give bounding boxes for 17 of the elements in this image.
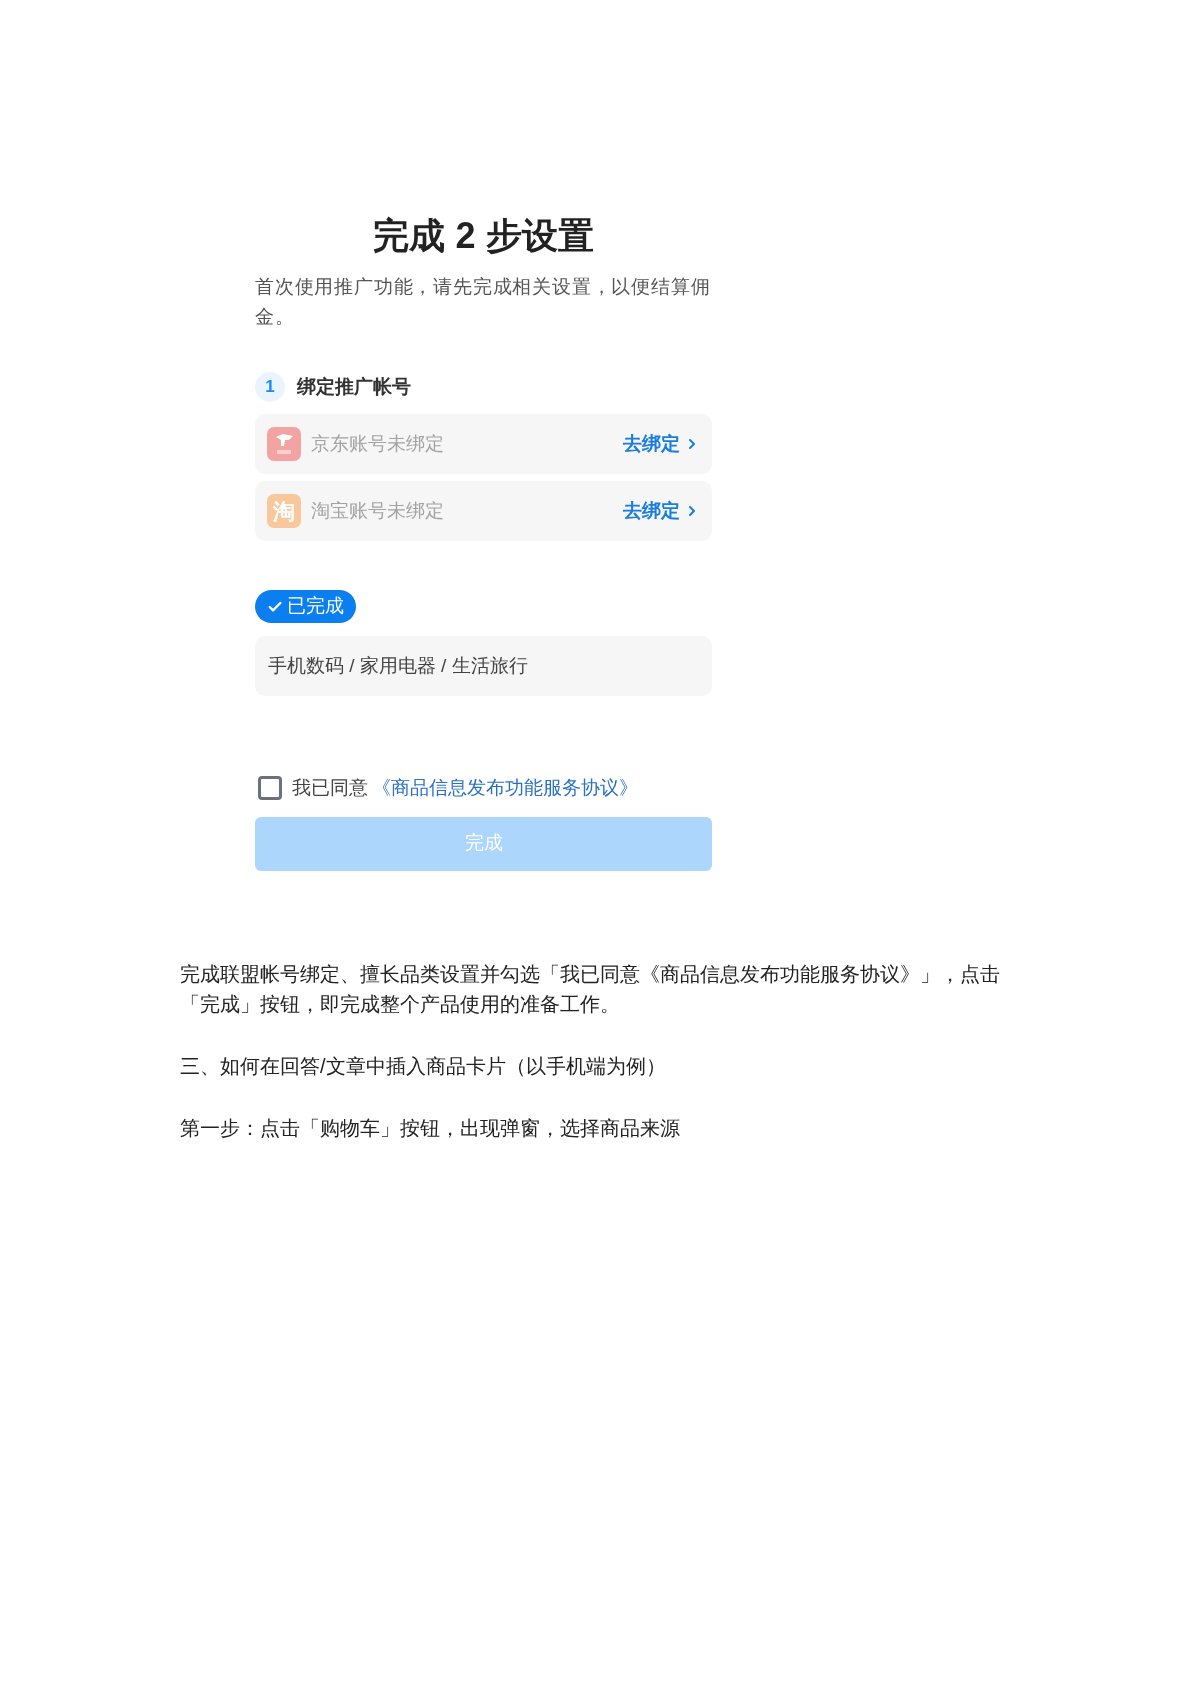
agree-checkbox[interactable] bbox=[258, 776, 282, 801]
agree-label: 我已同意 bbox=[292, 776, 368, 800]
completed-badge: 已完成 bbox=[255, 590, 356, 623]
bind-link[interactable]: 去绑定 bbox=[623, 429, 700, 459]
intro-text: 首次使用推广功能，请先完成相关设置，以便结算佣金。 bbox=[255, 275, 712, 329]
bind-link[interactable]: 去绑定 bbox=[623, 496, 700, 526]
shop-logo-icon: 淘 bbox=[267, 494, 301, 528]
agreement-link[interactable]: 《商品信息发布功能服务协议》 bbox=[372, 774, 638, 803]
setup-title: 完成 2 步设置 bbox=[373, 214, 594, 258]
article-paragraph: 完成联盟帐号绑定、擅长品类设置并勾选「我已同意《商品信息发布功能服务协议》」，点击「完成」按钮，即完成整个产品使用的准备工作。 bbox=[180, 961, 1001, 1017]
step-number: 1 bbox=[255, 372, 285, 402]
account-status: 淘宝账号未绑定 bbox=[311, 498, 445, 523]
article-paragraph: 三、如何在回答/文章中插入商品卡片（以手机端为例） bbox=[180, 1053, 667, 1079]
article-paragraph: 第一步：点击「购物车」按钮，出现弹窗，选择商品来源 bbox=[180, 1115, 681, 1141]
account-status: 京东账号未绑定 bbox=[311, 431, 445, 456]
categories-field[interactable]: 手机数码 / 家用电器 / 生活旅行 bbox=[255, 636, 712, 696]
step-label: 绑定推广帐号 bbox=[297, 374, 411, 399]
